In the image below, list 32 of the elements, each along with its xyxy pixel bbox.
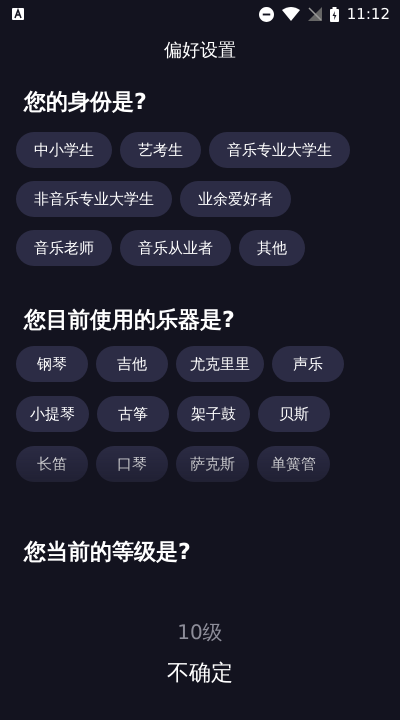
level-option[interactable]: 不确定 xyxy=(167,660,233,688)
option-chip[interactable]: 小提琴 xyxy=(16,396,89,432)
option-chip[interactable]: 萨克斯 xyxy=(176,446,249,482)
option-chip[interactable]: 架子鼓 xyxy=(177,396,250,432)
option-chip[interactable]: 钢琴 xyxy=(16,346,88,382)
option-chip[interactable]: 口琴 xyxy=(96,446,168,482)
option-chip[interactable]: 单簧管 xyxy=(257,446,330,482)
wifi-icon xyxy=(282,7,300,21)
option-chip[interactable]: 吉他 xyxy=(96,346,168,382)
option-chip[interactable]: 其他 xyxy=(239,230,305,266)
option-chip[interactable]: 中小学生 xyxy=(16,132,112,168)
option-chip[interactable]: 业余爱好者 xyxy=(180,181,291,217)
app-icon xyxy=(12,8,24,20)
option-chip[interactable]: 声乐 xyxy=(272,346,344,382)
status-time: 11:12 xyxy=(346,5,390,23)
option-chip[interactable]: 尤克里里 xyxy=(176,346,264,382)
option-chip[interactable]: 古筝 xyxy=(97,396,169,432)
option-chip[interactable]: 贝斯 xyxy=(258,396,330,432)
option-chip[interactable]: 音乐专业大学生 xyxy=(209,132,350,168)
battery-icon xyxy=(330,6,339,22)
section-heading: 您目前使用的乐器是? xyxy=(24,307,235,335)
page-title: 偏好设置 xyxy=(164,39,236,63)
do-not-disturb-icon xyxy=(258,6,274,22)
option-chip[interactable]: 音乐从业者 xyxy=(120,230,231,266)
signal-icon xyxy=(308,7,322,21)
option-chip[interactable]: 音乐老师 xyxy=(16,230,112,266)
option-chip[interactable]: 非音乐专业大学生 xyxy=(16,181,172,217)
section-heading: 您的身份是? xyxy=(24,89,147,117)
level-option[interactable]: 10级 xyxy=(177,618,223,646)
section-heading: 您当前的等级是? xyxy=(24,539,191,567)
option-chip[interactable]: 艺考生 xyxy=(120,132,201,168)
option-chip[interactable]: 长笛 xyxy=(16,446,88,482)
